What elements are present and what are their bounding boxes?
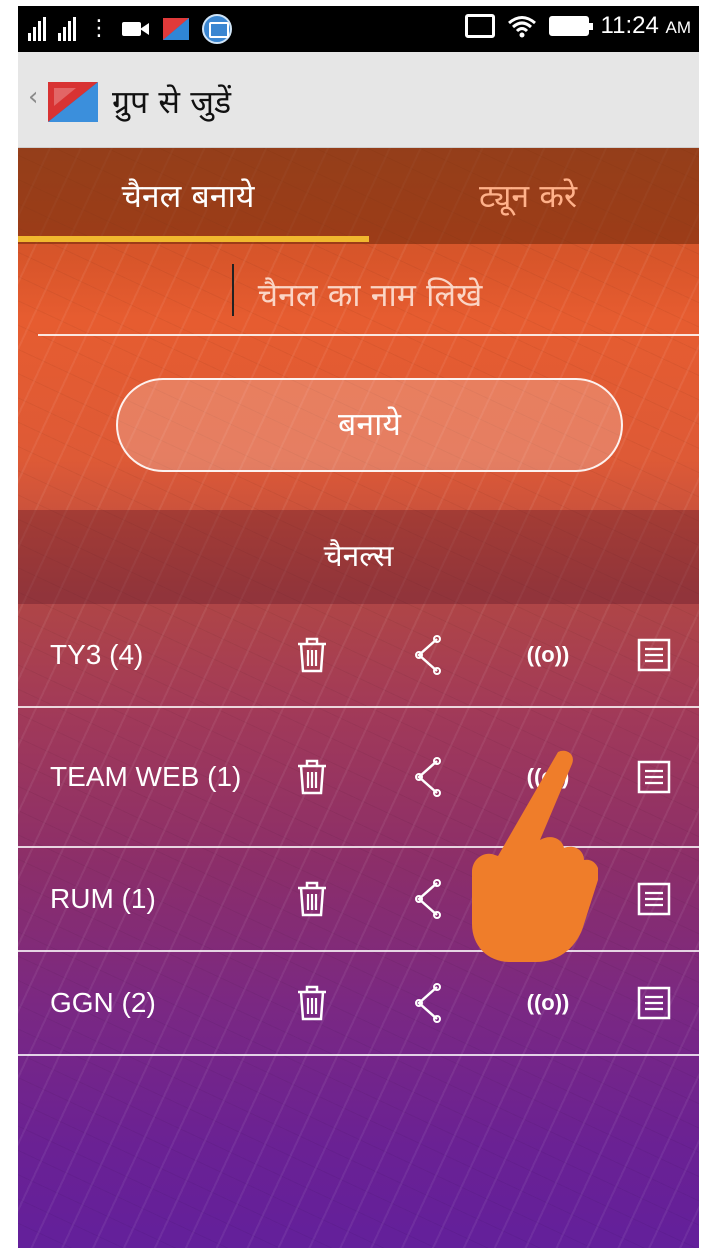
hand-pointer-icon bbox=[472, 750, 598, 962]
create-button[interactable]: बनाये bbox=[116, 378, 623, 472]
action-bar: ‹ ग्रुप से जुडें bbox=[18, 52, 699, 148]
share-icon[interactable] bbox=[408, 879, 448, 919]
text-cursor bbox=[232, 264, 234, 316]
details-list-icon[interactable] bbox=[634, 983, 674, 1023]
details-list-icon[interactable] bbox=[634, 757, 674, 797]
channel-name: TY3 (4) bbox=[50, 639, 144, 670]
delete-icon[interactable] bbox=[292, 879, 332, 919]
share-icon[interactable] bbox=[408, 757, 448, 797]
main-content: चैनल बनाये ट्यून करे बनाये चैनल्स TY3 (4… bbox=[18, 148, 699, 1248]
share-icon[interactable] bbox=[408, 983, 448, 1023]
share-icon[interactable] bbox=[408, 635, 448, 675]
more-dots-icon: ⋮ bbox=[88, 16, 110, 41]
app-logo-icon[interactable] bbox=[46, 74, 100, 128]
app-icon bbox=[163, 18, 189, 40]
status-left-icons: ⋮ bbox=[28, 14, 232, 44]
channel-name: GGN (2) bbox=[50, 987, 156, 1018]
channel-name: RUM (1) bbox=[50, 883, 156, 914]
signal-icon bbox=[28, 17, 46, 41]
cast-icon bbox=[464, 14, 495, 38]
tab-bar: चैनल बनाये ट्यून करे bbox=[18, 148, 699, 244]
video-icon bbox=[122, 20, 150, 38]
signal-icon bbox=[58, 17, 76, 41]
tab-selected-indicator bbox=[18, 236, 369, 242]
broadcast-icon[interactable]: ((o)) bbox=[518, 983, 578, 1023]
details-list-icon[interactable] bbox=[634, 635, 674, 675]
tab-tune-in[interactable]: ट्यून करे bbox=[358, 148, 698, 244]
wifi-icon bbox=[507, 16, 536, 38]
channel-row[interactable]: TY3 (4) ((o)) bbox=[18, 604, 699, 708]
app-icon bbox=[202, 14, 232, 44]
app-screen: ⋮ 11:24 AM ‹ ग्रुप से जुडें चैनल बनाये ट… bbox=[18, 6, 699, 1248]
channels-header: चैनल्स bbox=[18, 510, 699, 604]
status-bar: ⋮ 11:24 AM bbox=[18, 6, 699, 52]
back-chevron-icon[interactable]: ‹ bbox=[28, 82, 38, 112]
tab-create-channel[interactable]: चैनल बनाये bbox=[18, 148, 358, 244]
delete-icon[interactable] bbox=[292, 635, 332, 675]
delete-icon[interactable] bbox=[292, 983, 332, 1023]
battery-icon bbox=[548, 16, 593, 36]
details-list-icon[interactable] bbox=[634, 879, 674, 919]
clock: 11:24 AM bbox=[600, 12, 691, 39]
delete-icon[interactable] bbox=[292, 757, 332, 797]
channel-name-input[interactable] bbox=[38, 256, 699, 336]
page-title: ग्रुप से जुडें bbox=[112, 83, 232, 121]
status-right-icons: 11:24 AM bbox=[464, 12, 691, 40]
channel-name: TEAM WEB (1) bbox=[50, 761, 242, 792]
broadcast-icon[interactable]: ((o)) bbox=[518, 635, 578, 675]
